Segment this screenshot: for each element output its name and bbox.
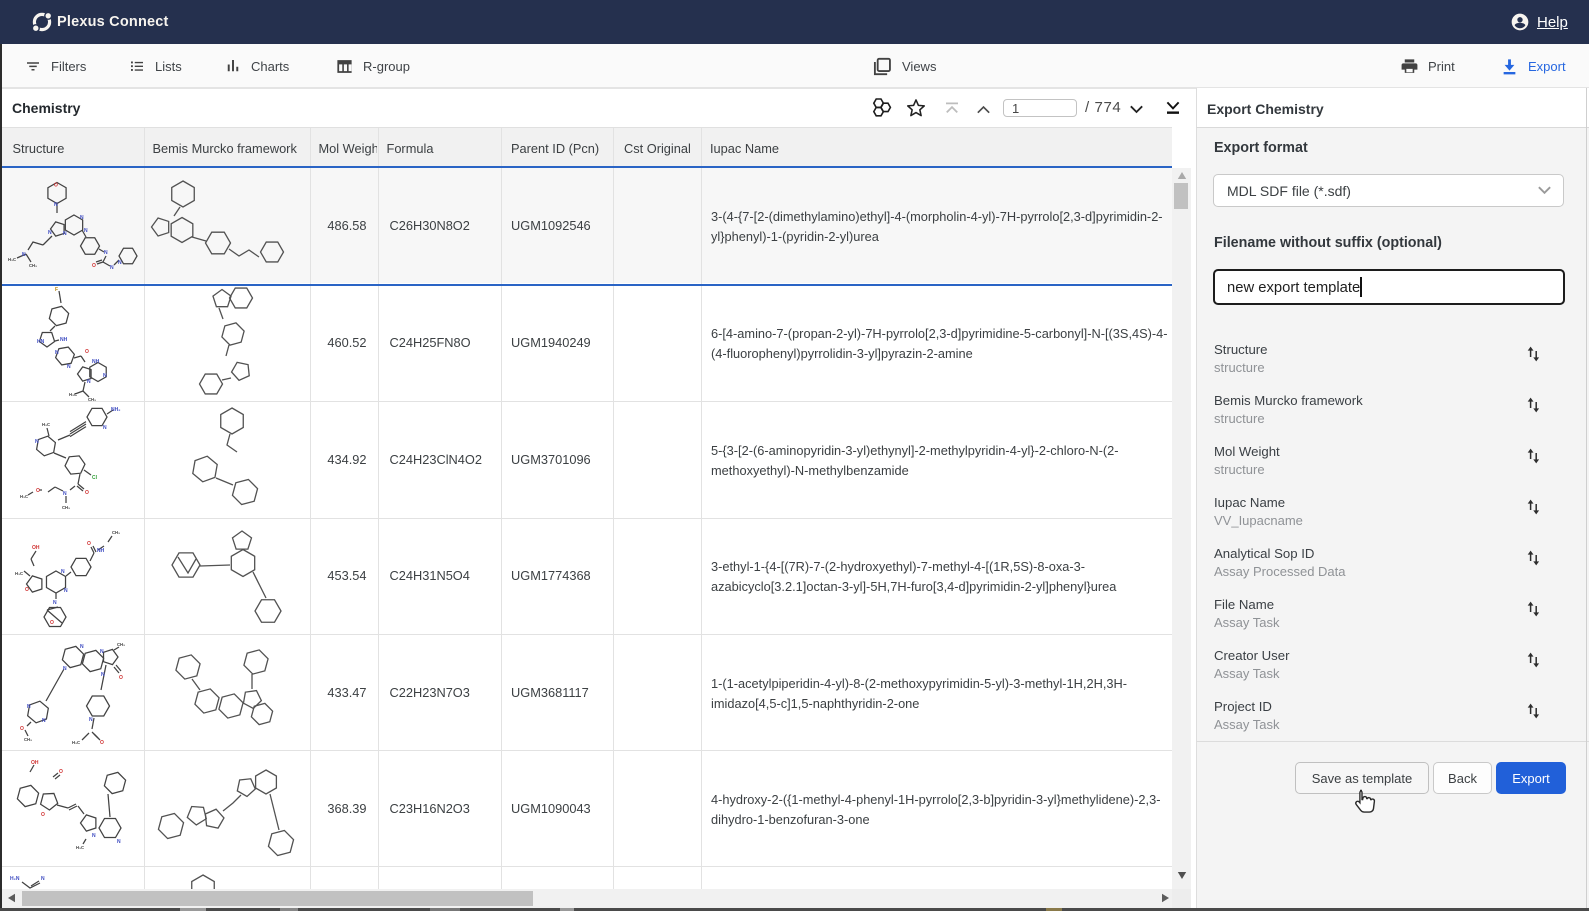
svg-text:N: N xyxy=(61,569,65,575)
svg-text:O: O xyxy=(85,490,89,496)
svg-text:O: O xyxy=(50,620,54,626)
svg-text:NH: NH xyxy=(97,548,105,554)
svg-text:N: N xyxy=(53,600,57,606)
svg-text:N: N xyxy=(63,666,67,672)
svg-text:N: N xyxy=(117,839,121,845)
svg-text:NH: NH xyxy=(92,359,100,365)
svg-text:H₃C: H₃C xyxy=(69,392,77,397)
svg-text:O: O xyxy=(119,675,123,681)
svg-text:H₃C: H₃C xyxy=(15,571,23,576)
svg-text:OH: OH xyxy=(31,760,39,766)
svg-text:N: N xyxy=(41,876,45,882)
svg-text:N: N xyxy=(92,833,96,839)
svg-text:N: N xyxy=(100,649,104,655)
svg-text:N: N xyxy=(27,704,31,710)
svg-text:F: F xyxy=(55,287,58,293)
svg-text:N: N xyxy=(63,491,67,497)
svg-text:NH: NH xyxy=(60,337,68,343)
svg-text:N: N xyxy=(89,717,93,723)
svg-text:H₃C: H₃C xyxy=(42,422,50,427)
svg-text:O: O xyxy=(87,541,91,547)
svg-text:H₃C: H₃C xyxy=(76,845,84,850)
svg-text:OH: OH xyxy=(32,545,40,551)
svg-text:N: N xyxy=(103,425,107,431)
svg-text:O: O xyxy=(59,769,63,775)
svg-text:N: N xyxy=(55,350,59,356)
svg-text:O: O xyxy=(36,488,40,494)
svg-text:O: O xyxy=(100,740,104,746)
svg-text:N: N xyxy=(101,672,105,678)
svg-text:O: O xyxy=(25,587,29,593)
svg-text:O: O xyxy=(20,726,24,732)
svg-text:CH₃: CH₃ xyxy=(62,505,70,510)
svg-text:HN: HN xyxy=(37,339,45,345)
svg-text:N: N xyxy=(80,644,84,650)
svg-text:H₃C: H₃C xyxy=(72,740,80,745)
svg-text:H₂N: H₂N xyxy=(10,876,20,882)
svg-text:CH₃: CH₃ xyxy=(112,530,120,535)
svg-text:Cl: Cl xyxy=(92,475,98,481)
svg-text:N: N xyxy=(64,588,68,594)
svg-text:O: O xyxy=(41,812,45,818)
svg-text:N: N xyxy=(35,439,39,445)
svg-text:NH₂: NH₂ xyxy=(111,407,120,413)
svg-text:CH₃: CH₃ xyxy=(117,642,125,647)
svg-text:O: O xyxy=(85,349,89,355)
svg-text:N: N xyxy=(87,379,91,385)
svg-text:N: N xyxy=(103,373,107,379)
svg-text:N: N xyxy=(67,364,71,370)
svg-text:H₃C: H₃C xyxy=(20,494,28,499)
svg-text:N: N xyxy=(42,718,46,724)
svg-text:CH₃: CH₃ xyxy=(24,737,32,742)
